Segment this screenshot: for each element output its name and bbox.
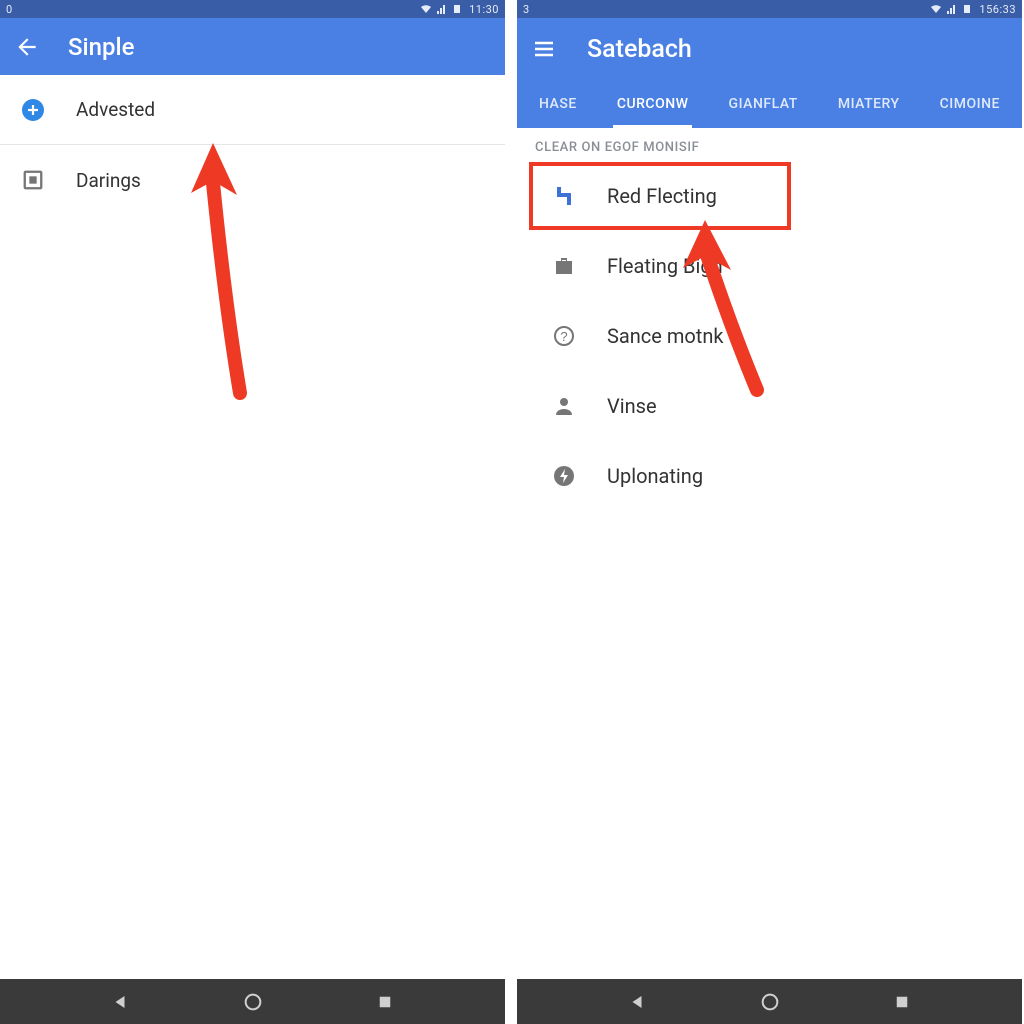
nav-back-key[interactable] — [108, 990, 132, 1014]
home-circle-icon — [759, 991, 781, 1013]
row-label: Uplonating — [607, 464, 703, 488]
content-area: Advested Darings — [0, 75, 505, 979]
row-label: Sance motnk — [607, 324, 724, 348]
tab-miatery[interactable]: MIATERY — [832, 80, 906, 128]
tab-gianflat[interactable]: GIANFLAT — [723, 80, 804, 128]
row-darings[interactable]: Darings — [0, 145, 505, 215]
row-advested[interactable]: Advested — [0, 75, 505, 145]
tab-curconw[interactable]: CURCONW — [611, 80, 695, 128]
home-circle-icon — [242, 991, 264, 1013]
left-screenshot: 0 11:30 Sinple Advested Darings — [0, 0, 507, 1024]
briefcase-icon — [551, 253, 577, 279]
android-navbar — [0, 979, 505, 1024]
back-button[interactable] — [14, 34, 40, 60]
row-label: Fleating Bigh — [607, 254, 723, 278]
nav-back-key[interactable] — [625, 990, 649, 1014]
row-sance-motnk[interactable]: ? Sance motnk — [517, 301, 1022, 371]
nav-recent-key[interactable] — [890, 990, 914, 1014]
tab-cimoine[interactable]: CIMOINE — [934, 80, 1006, 128]
recent-square-icon — [376, 993, 394, 1011]
help-circle-icon: ? — [551, 323, 577, 349]
hamburger-icon — [532, 37, 556, 61]
row-red-flecting[interactable]: Red Flecting — [517, 161, 1022, 231]
row-uplonating[interactable]: Uplonating — [517, 441, 1022, 511]
signal-icon — [437, 4, 447, 14]
nav-home-key[interactable] — [241, 990, 265, 1014]
recent-square-icon — [893, 993, 911, 1011]
section-caption: CLEAR ON EGOF MONISIF — [517, 128, 1022, 161]
content-area: CLEAR ON EGOF MONISIF Red Flecting Fleat… — [517, 128, 1022, 979]
row-label: Red Flecting — [607, 184, 717, 208]
status-bar: 0 11:30 — [0, 0, 505, 18]
battery-icon — [963, 4, 973, 14]
app-bar: Satebach — [517, 18, 1022, 80]
row-label: Vinse — [607, 394, 657, 418]
tab-bar: HASE CURCONW GIANFLAT MIATERY CIMOINE — [517, 80, 1022, 128]
android-navbar — [517, 979, 1022, 1024]
app-bar: Sinple — [0, 18, 505, 75]
back-arrow-icon — [14, 34, 40, 60]
row-fleating-bigh[interactable]: Fleating Bigh — [517, 231, 1022, 301]
page-title: Satebach — [587, 35, 692, 64]
plus-circle-icon — [20, 97, 46, 123]
person-icon — [551, 393, 577, 419]
wifi-icon — [931, 4, 941, 14]
status-clock: 11:30 — [469, 3, 499, 16]
back-triangle-icon — [628, 993, 646, 1011]
nav-recent-key[interactable] — [373, 990, 397, 1014]
tab-hase[interactable]: HASE — [533, 80, 583, 128]
status-left-text: 3 — [523, 3, 530, 16]
wifi-icon — [421, 4, 431, 14]
status-bar: 3 156:33 — [517, 0, 1022, 18]
menu-button[interactable] — [531, 36, 557, 62]
bolt-circle-icon — [551, 463, 577, 489]
nav-home-key[interactable] — [758, 990, 782, 1014]
status-right-cluster: 11:30 — [421, 3, 499, 16]
row-label: Advested — [76, 98, 155, 121]
status-right-cluster: 156:33 — [931, 3, 1016, 16]
row-label: Darings — [76, 169, 141, 192]
row-vinse[interactable]: Vinse — [517, 371, 1022, 441]
battery-icon — [453, 4, 463, 14]
signal-icon — [947, 4, 957, 14]
status-left-text: 0 — [6, 3, 13, 16]
flag-shape-icon — [551, 183, 577, 209]
right-screenshot: 3 156:33 Satebach HASE CURCONW GIANFLAT … — [517, 0, 1022, 1024]
page-title: Sinple — [68, 33, 134, 61]
status-clock: 156:33 — [979, 3, 1016, 16]
back-triangle-icon — [111, 993, 129, 1011]
square-outline-icon — [20, 167, 46, 193]
svg-text:?: ? — [560, 329, 567, 344]
